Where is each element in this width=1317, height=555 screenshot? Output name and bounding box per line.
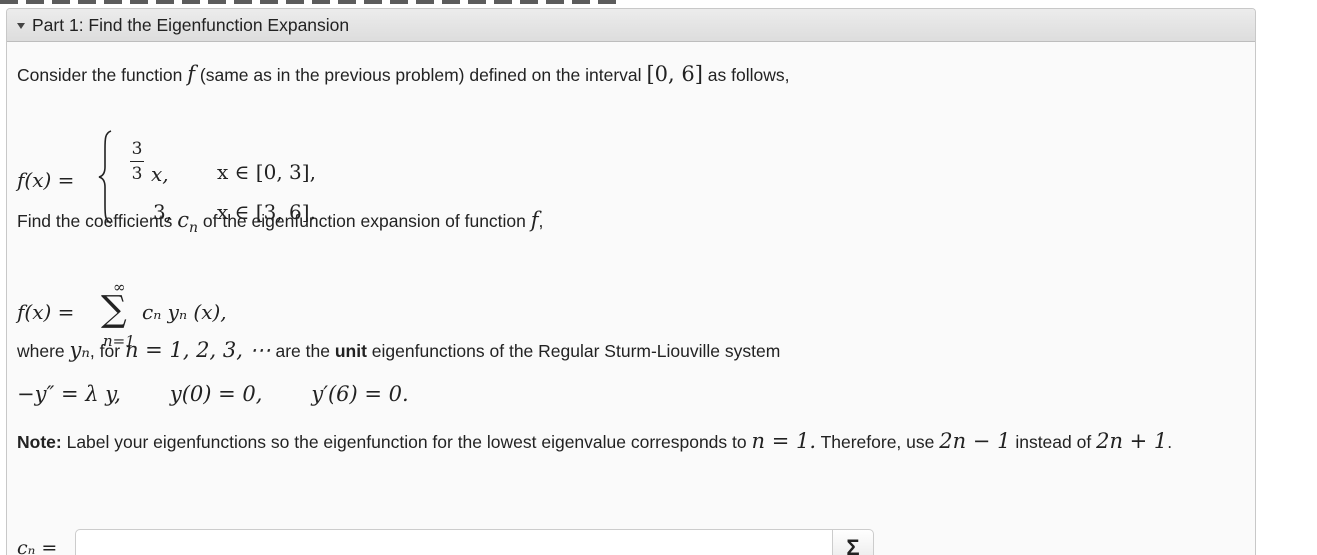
boundary-condition-1: y(0) = 0, xyxy=(169,382,263,406)
piece1-condition: x ∈ [0, 3], xyxy=(217,160,316,184)
note-n-eq: n = 1. xyxy=(751,429,817,453)
equation-editor-button[interactable]: Σ xyxy=(832,529,874,555)
note-use-expr: 2n − 1 xyxy=(939,429,1011,453)
find-text: Find the coefficients cn of the eigenfun… xyxy=(17,208,543,236)
problem-body: Consider the function f (same as in the … xyxy=(7,42,1255,555)
find-after: of the eigenfunction expansion of functi… xyxy=(202,211,526,231)
yn-symbol: yₙ xyxy=(69,338,90,362)
where-text: where yₙ, for n = 1, 2, 3, ⋯ are the uni… xyxy=(17,338,780,362)
find-f: f xyxy=(530,208,539,232)
intro-interval: [0, 6] xyxy=(646,62,703,86)
cn-symbol: cn xyxy=(177,208,198,236)
fraction-bar xyxy=(130,161,144,162)
caret-down-icon xyxy=(17,23,25,29)
cn-n: n xyxy=(188,220,198,237)
previous-content-strip xyxy=(0,0,620,4)
note-text-1: Label your eigenfunctions so the eigenfu… xyxy=(66,432,747,452)
part-panel: Part 1: Find the Eigenfunction Expansion… xyxy=(6,8,1256,555)
where-for: for xyxy=(99,341,121,361)
answer-input[interactable] xyxy=(75,529,833,555)
intro-text: Consider the function f (same as in the … xyxy=(17,62,789,86)
intro-after: as follows, xyxy=(707,65,790,85)
sigma-icon: Σ xyxy=(846,535,860,555)
answer-label: cₙ = xyxy=(17,537,58,555)
boundary-condition-2: y′(6) = 0. xyxy=(311,382,409,406)
where-after: eigenfunctions of the Regular Sturm-Liou… xyxy=(371,341,781,361)
n-list: n = 1, 2, 3, ⋯ xyxy=(124,338,271,362)
ode: −y″ = λ y, xyxy=(17,382,121,406)
piecewise-lhs: f(x) = xyxy=(17,168,75,192)
note-text-2: Therefore, use xyxy=(820,432,935,452)
fraction-denominator: 3 xyxy=(131,164,143,184)
note-end: . xyxy=(1167,432,1173,452)
find-end: , xyxy=(538,211,544,231)
note-instead-expr: 2n + 1 xyxy=(1096,429,1168,453)
intro-before: Consider the function xyxy=(17,65,183,85)
piece1-expression: x, xyxy=(151,162,169,186)
part-header[interactable]: Part 1: Find the Eigenfunction Expansion xyxy=(7,9,1255,42)
summation-icon: ∑ xyxy=(101,289,127,330)
find-before: Find the coefficients xyxy=(17,211,173,231)
part-title: Part 1: Find the Eigenfunction Expansion xyxy=(32,14,350,35)
fraction-3-over-3: 3 3 xyxy=(130,138,144,185)
unit-emphasis: unit xyxy=(334,341,367,361)
sum-body: cₙ yₙ (x), xyxy=(142,300,227,324)
note-text: Note: Label your eigenfunctions so the e… xyxy=(17,428,1197,455)
cn-c: c xyxy=(177,208,189,232)
sturm-liouville-system: −y″ = λ y, y(0) = 0, y′(6) = 0. xyxy=(17,382,409,406)
where-mid: are the xyxy=(275,341,330,361)
where-comma: , xyxy=(89,341,95,361)
where-before: where xyxy=(17,341,65,361)
fraction-numerator: 3 xyxy=(131,139,143,159)
sum-lhs: f(x) = xyxy=(17,300,75,324)
intro-middle: (same as in the previous problem) define… xyxy=(199,65,642,85)
note-text-3: instead of xyxy=(1015,432,1092,452)
answer-row: cₙ = Σ xyxy=(17,529,877,555)
intro-f: f xyxy=(187,62,196,86)
note-label: Note: xyxy=(17,432,62,452)
